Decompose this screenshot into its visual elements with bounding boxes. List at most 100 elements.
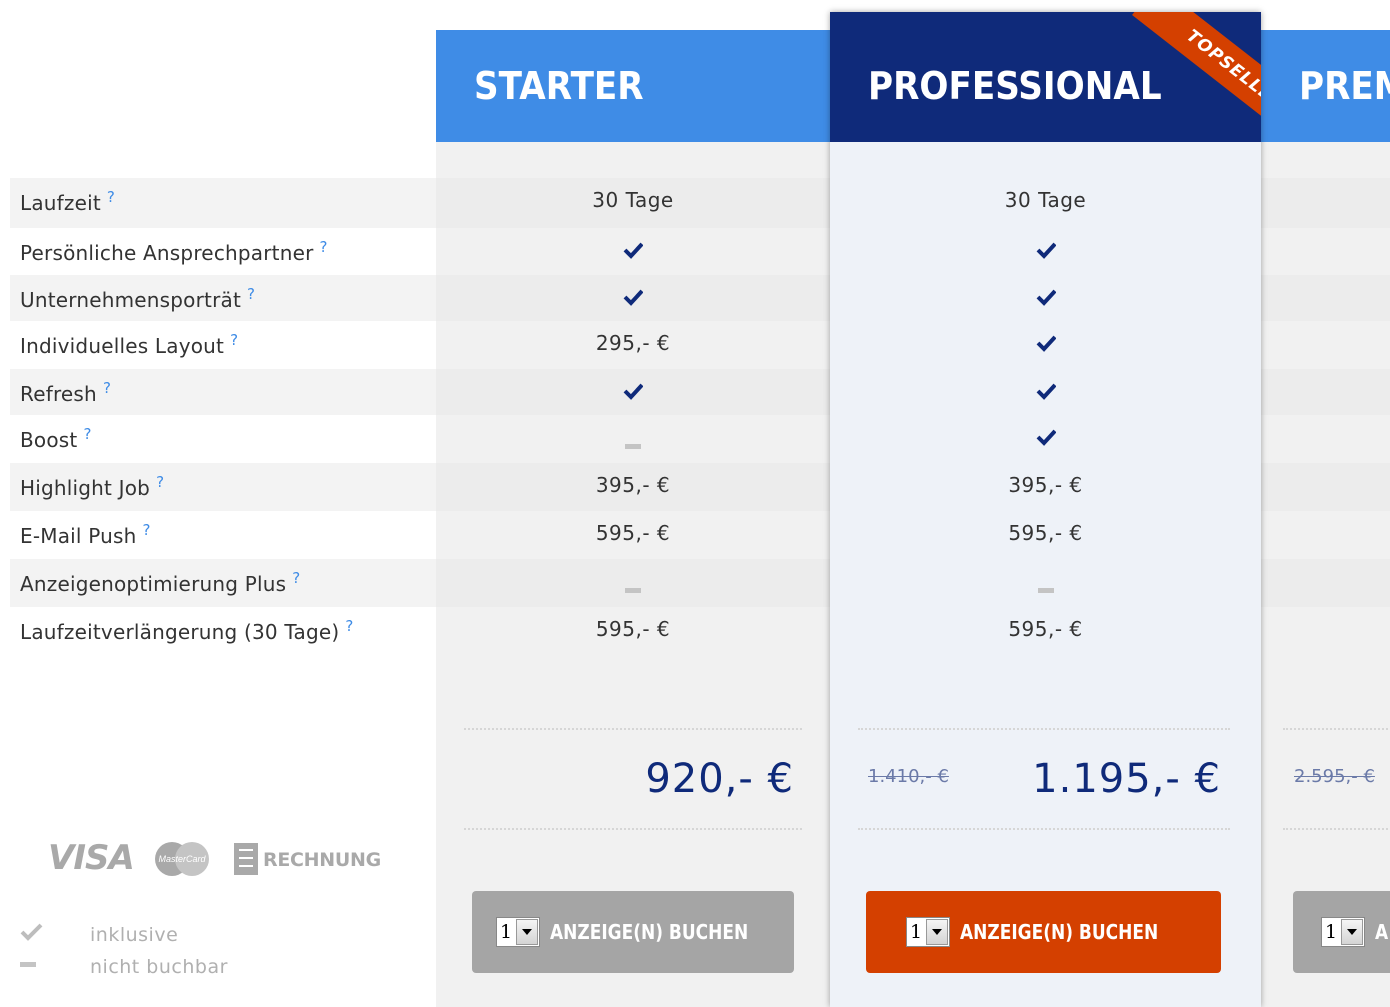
mastercard-logo: MasterCard <box>155 842 209 876</box>
dash-icon <box>625 444 641 449</box>
help-icon[interactable]: ? <box>156 473 164 491</box>
plan-premium-title: PREM <box>1299 64 1390 108</box>
help-icon[interactable]: ? <box>320 238 328 256</box>
book-button-professional[interactable]: 1 ANZEIGE(N) BUCHEN <box>866 891 1221 973</box>
chevron-down-icon <box>926 919 949 945</box>
feature-label: Persönliche Ansprechpartner? <box>20 238 328 265</box>
mastercard-text: MasterCard <box>158 854 206 864</box>
plan-professional-old-price: 1.410,- € <box>868 766 949 787</box>
divider <box>1283 828 1390 830</box>
help-icon[interactable]: ? <box>292 569 300 587</box>
feature-value-starter: 395,- € <box>595 473 671 497</box>
feature-value-pro: 395,- € <box>1008 473 1083 497</box>
feature-value-pro: 595,- € <box>1008 617 1083 641</box>
rechnung-label: RECHNUNG <box>263 849 381 871</box>
feature-value-starter <box>436 433 830 457</box>
plan-starter-title: STARTER <box>474 64 644 108</box>
feature-label-text: Anzeigenoptimierung Plus <box>20 572 287 596</box>
feature-value-pro: 595,- € <box>1008 521 1083 545</box>
feature-value-pro <box>830 240 1261 265</box>
divider <box>1283 728 1390 730</box>
check-icon <box>20 923 43 941</box>
divider <box>464 828 802 830</box>
plan-premium: PREM 2.595,- € 1 A <box>1261 30 1390 1007</box>
book-button-starter[interactable]: 1 ANZEIGE(N) BUCHEN <box>472 891 794 973</box>
feature-label-text: E-Mail Push <box>20 524 137 548</box>
dash-icon <box>20 962 36 967</box>
check-icon <box>1036 242 1056 259</box>
quantity-select[interactable]: 1 <box>1321 917 1366 947</box>
feature-label: Highlight Job? <box>20 473 164 500</box>
legend-not-bookable: nicht buchbar <box>90 956 228 978</box>
help-icon[interactable]: ? <box>247 285 255 303</box>
dash-icon <box>1037 588 1054 593</box>
plan-professional: PROFESSIONAL TOPSELLER 30 Tage 395,- €595… <box>830 12 1261 1007</box>
feature-label: Individuelles Layout? <box>20 331 238 358</box>
feature-label: Anzeigenoptimierung Plus? <box>20 569 300 596</box>
feature-value-starter: 595,- € <box>595 617 671 641</box>
feature-value-pro <box>830 427 1261 452</box>
feature-label-text: Laufzeit <box>20 191 101 215</box>
plan-starter: STARTER 30 Tage 295,- € 395,- € 595,- € 595,… <box>436 30 830 1007</box>
help-icon[interactable]: ? <box>103 379 111 397</box>
feature-value-starter: 595,- € <box>595 521 671 545</box>
chevron-down-icon <box>516 919 539 945</box>
help-icon[interactable]: ? <box>83 425 91 443</box>
quantity-select[interactable]: 1 <box>496 917 541 947</box>
feature-label-text: Unternehmensporträt <box>20 288 241 312</box>
book-button-label: A <box>1375 920 1389 944</box>
divider <box>464 728 802 730</box>
dash-icon <box>625 588 641 593</box>
visa-logo: VISA <box>48 838 135 878</box>
feature-label-text: Boost <box>20 428 78 452</box>
feature-label: E-Mail Push? <box>20 521 151 548</box>
legend-included: inklusive <box>90 924 179 946</box>
help-icon[interactable]: ? <box>107 188 115 206</box>
feature-value-starter <box>436 381 830 406</box>
check-icon <box>1036 383 1056 400</box>
feature-label-text: Highlight Job <box>20 476 151 500</box>
feature-label-text: Persönliche Ansprechpartner <box>20 241 314 265</box>
feature-label: Refresh? <box>20 379 111 406</box>
feature-label: Laufzeitverlängerung (30 Tage)? <box>20 617 354 644</box>
book-button-label: ANZEIGE(N) BUCHEN <box>960 920 1159 944</box>
feature-label-text: Individuelles Layout <box>20 334 225 358</box>
quantity-select[interactable]: 1 <box>906 917 951 947</box>
feature-value-starter <box>436 287 830 312</box>
plan-premium-old-price: 2.595,- € <box>1294 766 1375 787</box>
feature-value-starter: 295,- € <box>595 331 671 355</box>
feature-value-starter <box>436 240 830 265</box>
feature-label: Laufzeit? <box>20 188 115 215</box>
check-icon <box>1036 289 1056 306</box>
divider <box>858 828 1230 830</box>
feature-label-text: Laufzeitverlängerung (30 Tage) <box>20 620 340 644</box>
check-icon <box>623 383 643 400</box>
check-icon <box>623 242 643 259</box>
plan-premium-header: PREM <box>1261 30 1390 142</box>
chevron-down-icon <box>1341 919 1364 945</box>
feature-label: Boost? <box>20 425 92 452</box>
plan-starter-price: 920,- € <box>645 756 794 802</box>
plan-professional-price: 1.195,- € <box>1032 756 1221 802</box>
help-icon[interactable]: ? <box>143 521 151 539</box>
book-button-premium[interactable]: 1 A <box>1293 891 1390 973</box>
check-icon <box>623 289 643 306</box>
plan-starter-header: STARTER <box>436 30 830 142</box>
feature-value-starter: 30 Tage <box>592 188 674 212</box>
invoice-icon <box>234 843 258 875</box>
feature-value-pro <box>830 381 1261 406</box>
check-icon <box>1036 429 1056 446</box>
feature-label-text: Refresh <box>20 382 97 406</box>
feature-value-pro: 30 Tage <box>1004 188 1087 212</box>
feature-value-pro <box>830 333 1261 358</box>
book-button-label: ANZEIGE(N) BUCHEN <box>550 920 749 944</box>
plan-professional-title: PROFESSIONAL <box>868 64 1162 108</box>
feature-label: Unternehmensporträt? <box>20 285 255 312</box>
feature-value-starter <box>436 577 830 601</box>
feature-value-pro <box>830 577 1261 601</box>
help-icon[interactable]: ? <box>345 617 353 635</box>
feature-value-pro <box>830 287 1261 312</box>
divider <box>858 728 1230 730</box>
help-icon[interactable]: ? <box>230 331 238 349</box>
check-icon <box>1036 335 1056 352</box>
